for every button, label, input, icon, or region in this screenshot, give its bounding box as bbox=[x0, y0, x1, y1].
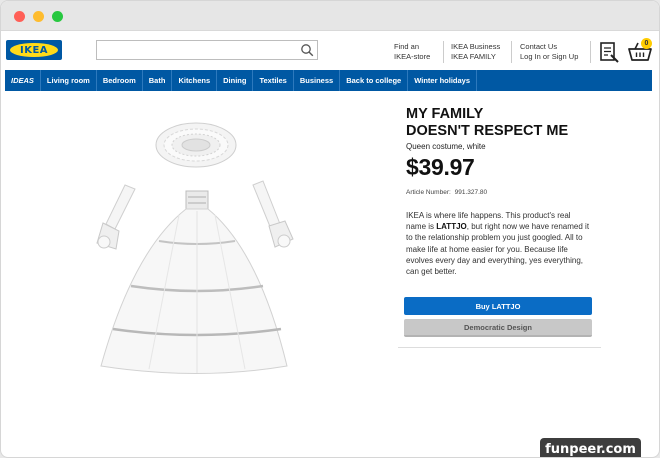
democratic-design-button[interactable]: Democratic Design bbox=[404, 319, 592, 337]
buy-button[interactable]: Buy LATTJO bbox=[404, 297, 592, 315]
site-header: IKEA Find an IKEA-store IKEA Business IK… bbox=[1, 31, 659, 71]
search-input[interactable] bbox=[96, 40, 318, 60]
header-divider bbox=[511, 41, 512, 63]
title-bar bbox=[1, 1, 659, 31]
nav-item-back-to-college[interactable]: Back to college bbox=[340, 70, 409, 91]
watermark: funpeer.com bbox=[540, 438, 641, 457]
right-glove bbox=[252, 180, 294, 248]
browser-window: IKEA Find an IKEA-store IKEA Business IK… bbox=[0, 0, 660, 458]
nav-item-dining[interactable]: Dining bbox=[217, 70, 254, 91]
cart-count-badge: 0 bbox=[641, 38, 652, 49]
search-icon[interactable] bbox=[300, 43, 314, 57]
product-image bbox=[96, 122, 294, 374]
nav-item-bath[interactable]: Bath bbox=[143, 70, 173, 91]
logo-text: IKEA bbox=[10, 43, 58, 57]
product-price: $39.97 bbox=[406, 154, 475, 180]
nav-item-kitchens[interactable]: Kitchens bbox=[172, 70, 218, 91]
article-number: Article Number: 991.327.80 bbox=[406, 189, 488, 196]
header-divider bbox=[590, 41, 591, 63]
ikea-logo[interactable]: IKEA bbox=[6, 40, 62, 60]
left-glove bbox=[96, 184, 136, 250]
product-info: MY FAMILY DOESN'T RESPECT ME Queen costu… bbox=[406, 106, 601, 277]
maximize-window-button[interactable] bbox=[52, 11, 63, 22]
receipt-icon[interactable] bbox=[598, 41, 620, 63]
minimize-window-button[interactable] bbox=[33, 11, 44, 22]
product-description: IKEA is where life happens. This product… bbox=[406, 211, 590, 277]
contact-login-link[interactable]: Contact Us Log In or Sign Up bbox=[520, 42, 578, 62]
header-divider bbox=[443, 41, 444, 63]
nav-item-bedroom[interactable]: Bedroom bbox=[97, 70, 143, 91]
nav-item-winter-holidays[interactable]: Winter holidays bbox=[408, 70, 477, 91]
find-store-link[interactable]: Find an IKEA-store bbox=[394, 42, 430, 62]
nav-item-textiles[interactable]: Textiles bbox=[253, 70, 294, 91]
business-family-link[interactable]: IKEA Business IKEA FAMILY bbox=[451, 42, 500, 62]
nav-item-ideas[interactable]: IDEAS bbox=[5, 70, 41, 91]
category-nav: IDEAS Living room Bedroom Bath Kitchens … bbox=[5, 70, 652, 91]
close-window-button[interactable] bbox=[14, 11, 25, 22]
dress-skirt bbox=[100, 208, 288, 374]
dress-bodice bbox=[185, 190, 209, 210]
divider bbox=[398, 347, 601, 348]
product-title: MY FAMILY DOESN'T RESPECT ME bbox=[406, 106, 569, 139]
nav-item-living-room[interactable]: Living room bbox=[41, 70, 97, 91]
nav-item-business[interactable]: Business bbox=[294, 70, 341, 91]
ruff-collar bbox=[155, 122, 237, 168]
product-subtitle: Queen costume, white bbox=[406, 142, 486, 151]
